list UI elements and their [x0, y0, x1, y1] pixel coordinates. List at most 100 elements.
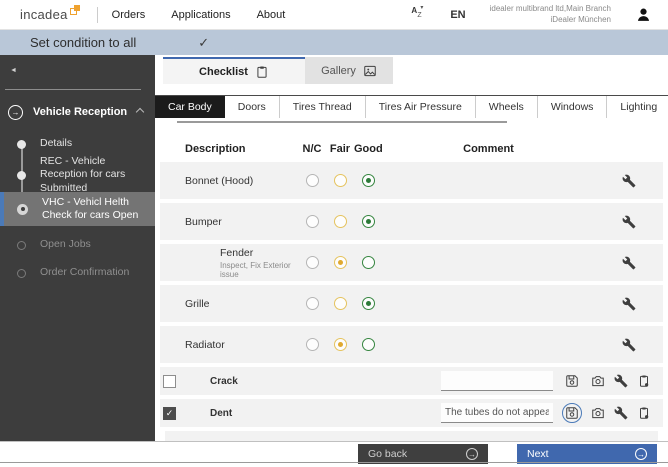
category-tab-tires-thread[interactable]: Tires Thread [278, 96, 365, 118]
go-back-button[interactable]: Go back → [358, 444, 488, 464]
category-tab-tires-air-pressure[interactable]: Tires Air Pressure [364, 96, 475, 118]
tab-checklist[interactable]: Checklist [163, 57, 305, 84]
sidebar-item-order-confirmation[interactable]: Order Confirmation [0, 260, 155, 286]
clipboard-icon [257, 65, 267, 78]
table-header: Description N/C Fair Good Comment [160, 136, 663, 162]
table-row-dent: Dent [160, 399, 663, 427]
dealer-info: idealer multibrand ltd,Main Branch iDeal… [490, 4, 611, 25]
nav-divider [96, 6, 98, 23]
next-button[interactable]: Next → [517, 444, 657, 464]
radio-good[interactable] [361, 338, 375, 351]
set-condition-check-icon[interactable]: ✓ [198, 35, 209, 51]
incadea-logo-icon [69, 5, 81, 16]
radio-nc[interactable] [305, 215, 319, 228]
radio-fair[interactable] [333, 256, 347, 269]
gallery-image-icon [364, 65, 376, 76]
footer-bar: Go back → Next → [0, 441, 668, 467]
wrench-icon[interactable] [595, 338, 663, 352]
dent-checkbox[interactable] [163, 406, 176, 420]
radio-fair[interactable] [333, 174, 347, 187]
col-fair: Fair [329, 143, 351, 155]
set-condition-label: Set condition to all [30, 35, 137, 50]
sidebar-divider [5, 89, 141, 90]
radio-nc[interactable] [305, 297, 319, 310]
radio-good[interactable] [361, 174, 375, 187]
top-navbar: incadea Orders Applications About A Z ▾ EN… [0, 0, 668, 30]
sidebar-item-vhc-health-check[interactable]: VHC - Vehicl Helth Check for cars Open [0, 192, 155, 226]
category-tab-doors[interactable]: Doors [225, 96, 279, 118]
sidebar-item-open-jobs[interactable]: Open Jobs [0, 232, 155, 258]
camera-icon[interactable] [591, 406, 605, 420]
wrench-icon[interactable] [595, 215, 663, 229]
dent-comment-input[interactable] [441, 403, 553, 423]
arrow-circle-icon: → [635, 448, 647, 460]
sidebar-section-vehicle-reception[interactable]: → Vehicle Reception [0, 102, 155, 122]
table-row-fender: Fender Inspect, Fix Exterior issue [160, 244, 663, 281]
radio-fair[interactable] [333, 297, 347, 310]
crack-comment-input[interactable] [441, 371, 553, 391]
view-tabs: Checklist Gallery [155, 55, 668, 84]
category-tabs-scrollbar[interactable] [177, 121, 507, 123]
checklist-table: Description N/C Fair Good Comment Bonnet… [155, 136, 668, 441]
step-dot-pending [17, 268, 26, 278]
row-label: Fender [220, 246, 254, 259]
nav-menu: Orders Applications About [112, 9, 286, 21]
table-row-grille: Grille [160, 285, 663, 322]
section-label: Vehicle Reception [33, 106, 128, 118]
job-card-icon[interactable] [637, 374, 651, 388]
translate-az-icon[interactable]: A Z ▾ [410, 5, 426, 23]
col-nc: N/C [302, 143, 322, 155]
wrench-icon[interactable] [595, 256, 663, 270]
category-tab-windows[interactable]: Windows [536, 96, 607, 118]
wrench-icon[interactable] [595, 297, 663, 311]
radio-good[interactable] [361, 256, 375, 269]
tab-gallery[interactable]: Gallery [305, 57, 393, 84]
col-description: Description [185, 143, 246, 155]
category-tab-car-body[interactable]: Car Body [155, 96, 225, 118]
wrench-icon[interactable] [614, 374, 628, 388]
category-tab-wheels[interactable]: Wheels [474, 96, 537, 118]
radio-good[interactable] [361, 297, 375, 310]
nav-right: A Z ▾ EN idealer multibrand ltd,Main Branc… [410, 4, 652, 25]
sidebar: ◄ → Vehicle Reception Details REC - Vehi… [0, 55, 155, 441]
radio-fair[interactable] [333, 215, 347, 228]
table-row-partial [165, 431, 658, 441]
wrench-icon[interactable] [614, 406, 628, 420]
table-row-bonnet: Bonnet (Hood) [160, 162, 663, 199]
radio-nc[interactable] [305, 256, 319, 269]
step-dot-filled [17, 139, 26, 149]
radio-nc[interactable] [305, 174, 319, 187]
table-row-crack: Crack [160, 367, 663, 395]
nav-item-applications[interactable]: Applications [171, 9, 230, 21]
user-avatar-icon[interactable] [635, 6, 652, 23]
step-dot-pending [17, 240, 26, 250]
radio-nc[interactable] [305, 338, 319, 351]
radio-fair[interactable] [333, 338, 347, 351]
crack-checkbox[interactable] [163, 374, 176, 388]
content-area: Checklist Gallery Car Body Doors Tires T… [155, 55, 668, 441]
row-sublabel: Inspect, Fix Exterior issue [220, 260, 291, 279]
arrow-circle-icon: → [466, 448, 478, 460]
step-dot-active [17, 203, 28, 215]
main-area: ◄ → Vehicle Reception Details REC - Vehi… [0, 55, 668, 441]
nav-item-about[interactable]: About [257, 9, 286, 21]
radio-good[interactable] [361, 215, 375, 228]
sidebar-item-rec-vehicle-reception[interactable]: REC - Vehicle Reception for cars Submitt… [0, 155, 155, 194]
table-row-bumper: Bumper [160, 203, 663, 240]
language-selector[interactable]: EN [450, 9, 465, 21]
wrench-icon[interactable] [595, 174, 663, 188]
camera-icon[interactable] [591, 374, 605, 388]
job-card-icon[interactable] [637, 406, 651, 420]
sidebar-collapse-icon[interactable]: ◄ [10, 67, 155, 79]
set-condition-banner: Set condition to all ✓ [0, 30, 668, 55]
step-dot-filled [17, 170, 26, 180]
save-icon[interactable] [562, 403, 582, 423]
sidebar-item-details[interactable]: Details [0, 130, 155, 158]
incadea-logo[interactable]: incadea [20, 5, 81, 22]
logo-text: incadea [20, 7, 68, 22]
sidebar-steps: Details REC - Vehicle Reception for cars… [0, 130, 155, 286]
category-tab-lighting[interactable]: Lighting [606, 96, 668, 118]
table-row-radiator: Radiator [160, 326, 663, 363]
save-icon[interactable] [562, 371, 582, 391]
nav-item-orders[interactable]: Orders [112, 9, 146, 21]
